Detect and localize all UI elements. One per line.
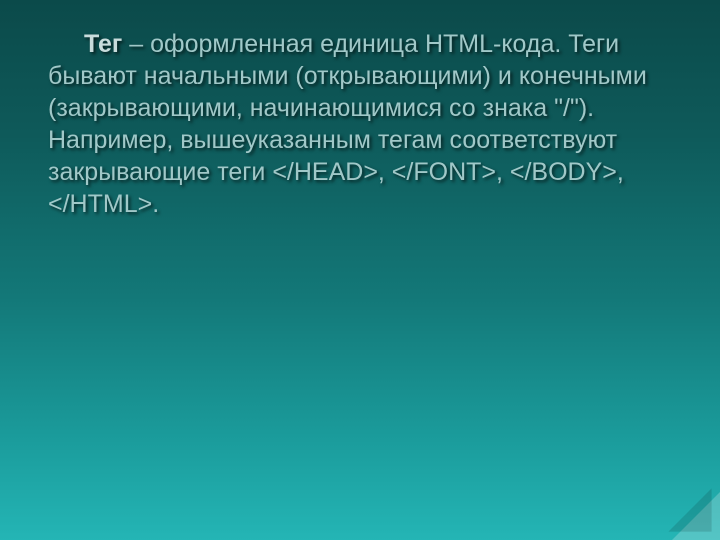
slide-text-block: Тег – оформленная единица HTML-кода. Тег… <box>48 28 680 220</box>
term-word: Тег <box>84 30 122 58</box>
body-text: – оформленная единица HTML-кода. Теги бы… <box>48 30 647 218</box>
slide: Тег – оформленная единица HTML-кода. Тег… <box>0 0 720 540</box>
page-curl-icon <box>660 480 720 540</box>
